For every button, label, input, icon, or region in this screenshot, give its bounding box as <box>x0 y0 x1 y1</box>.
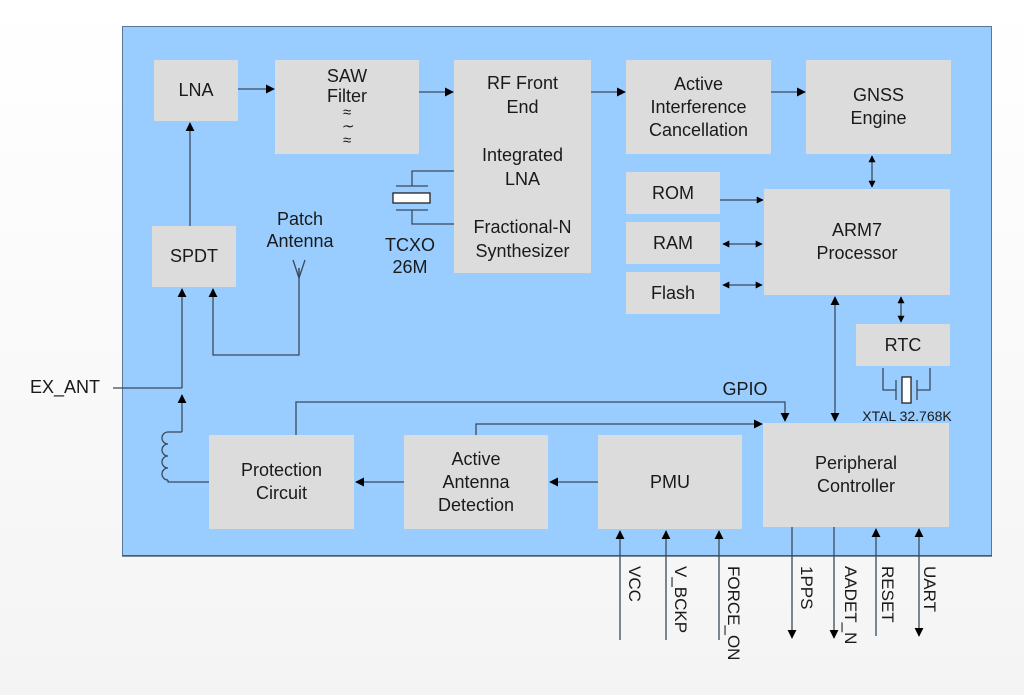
pin-force-on-label: FORCE_ON <box>724 566 743 661</box>
rf-front-end-block: RF Front End Integrated LNA Fractional-N… <box>454 60 591 273</box>
active-interference-cancellation-block: Active Interference Cancellation <box>626 60 771 154</box>
bandpass-filter-icon: ≈ <box>342 132 352 149</box>
rf-front-end-label-1: RF Front <box>486 72 558 93</box>
arm7-label-1: ARM7 <box>831 220 882 240</box>
pin-v-bckp-label: V_BCKP <box>671 566 690 634</box>
tcxo-label-1: TCXO <box>384 235 435 255</box>
arm7-label-2: Processor <box>816 243 898 263</box>
saw-filter-label-2: Filter <box>327 86 367 106</box>
protection-label-2: Circuit <box>255 483 307 503</box>
aic-label-2: Interference <box>650 96 747 117</box>
xtal-label: XTAL 32.768K <box>862 408 952 424</box>
rom-label: ROM <box>652 182 694 203</box>
lna-label: LNA <box>178 80 214 100</box>
peripheral-controller-block: Peripheral Controller <box>763 423 949 527</box>
active-antenna-detection-block: Active Antenna Detection <box>404 435 548 529</box>
pmu-block: PMU <box>598 435 742 529</box>
spdt-label: SPDT <box>169 246 218 266</box>
synthesizer-label-2: Synthesizer <box>475 240 570 261</box>
ram-block: RAM <box>626 222 720 264</box>
aad-label-2: Antenna <box>442 471 510 492</box>
gnss-engine-label-2: Engine <box>850 108 907 128</box>
peripheral-label-1: Peripheral <box>814 453 898 473</box>
aic-label-1: Active <box>673 73 724 94</box>
ex-ant-label: EX_ANT <box>30 377 101 397</box>
integrated-lna-label-1: Integrated <box>481 144 564 165</box>
saw-filter-label-1: SAW <box>326 66 368 86</box>
arm7-processor-block: ARM7 Processor <box>764 189 950 295</box>
gnss-engine-block: GNSS Engine <box>806 60 951 154</box>
patch-antenna-label-1: Patch <box>276 209 324 229</box>
rtc-block: RTC <box>856 324 950 366</box>
synthesizer-label-1: Fractional-N <box>473 216 572 237</box>
rtc-label: RTC <box>884 334 922 355</box>
patch-antenna-label-2: Antenna <box>266 231 334 251</box>
gpio-label: GPIO <box>722 379 768 399</box>
saw-filter-block: SAW Filter ≈ ∼ ≈ <box>275 60 419 154</box>
flash-block: Flash <box>626 272 720 314</box>
pin-1pps-label: 1PPS <box>797 566 816 610</box>
flash-label: Flash <box>650 282 695 303</box>
ram-label: RAM <box>653 232 693 253</box>
aic-label-3: Cancellation <box>648 119 749 140</box>
pin-uart-label: UART <box>920 566 939 612</box>
pin-aadet-n-label: AADET_N <box>841 566 860 645</box>
rf-front-end-label-2: End <box>506 96 539 117</box>
rom-block: ROM <box>626 172 720 214</box>
pmu-label: PMU <box>650 471 690 492</box>
lna-block: LNA <box>154 60 238 121</box>
spdt-block: SPDT <box>152 226 236 287</box>
tcxo-label-2: 26M <box>392 257 428 277</box>
pin-vcc-label: VCC <box>625 566 644 602</box>
gnss-engine-label-1: GNSS <box>852 85 904 105</box>
aad-label-3: Detection <box>437 494 515 515</box>
pin-reset-label: RESET <box>878 566 897 623</box>
integrated-lna-label-2: LNA <box>504 168 540 189</box>
patch-antenna-label: Patch Antenna <box>262 208 338 252</box>
peripheral-label-2: Controller <box>816 476 896 496</box>
aad-label-1: Active <box>451 448 501 469</box>
protection-circuit-block: Protection Circuit <box>209 435 354 529</box>
tcxo-label: TCXO 26M <box>380 234 440 278</box>
protection-label-1: Protection <box>240 460 323 480</box>
